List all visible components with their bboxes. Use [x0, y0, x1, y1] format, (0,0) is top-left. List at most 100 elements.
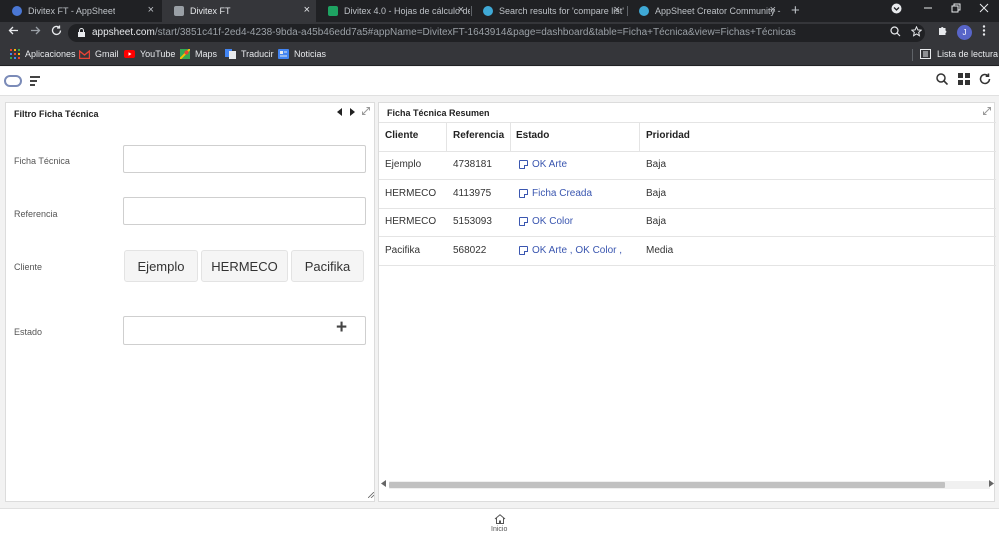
expand-icon[interactable]: [362, 107, 370, 117]
column-header-prioridad[interactable]: Prioridad: [646, 130, 690, 141]
search-icon[interactable]: [890, 26, 901, 40]
scroll-right-icon[interactable]: [989, 480, 994, 489]
extensions-icon[interactable]: [937, 25, 948, 39]
dashboard-grid-icon[interactable]: [958, 73, 970, 88]
cell-cliente: Pacifika: [385, 245, 421, 256]
bookmark-label: Gmail: [95, 49, 119, 59]
scrollbar-thumb[interactable]: [389, 482, 945, 488]
cell-cliente: HERMECO: [385, 216, 437, 227]
browser-toolbar: appsheet.com/start/3851c41f-2ed4-4238-9b…: [0, 22, 999, 44]
row-divider: [379, 179, 996, 180]
reading-list-label: Lista de lectura: [937, 49, 999, 59]
cell-referencia: 4738181: [453, 159, 492, 170]
translate-icon: [225, 49, 236, 59]
cliente-label: Cliente: [14, 262, 43, 272]
cell-prioridad: Baja: [646, 188, 667, 199]
bookmark-traducir[interactable]: Traducir: [225, 49, 274, 59]
close-tab-icon[interactable]: ×: [304, 4, 310, 16]
note-icon: [519, 160, 528, 169]
bookmark-star-icon[interactable]: [910, 25, 923, 40]
tab-search-icon[interactable]: [891, 3, 902, 17]
estado-label: Estado: [14, 327, 43, 337]
browser-menu-icon[interactable]: [982, 25, 986, 39]
address-bar[interactable]: appsheet.com/start/3851c41f-2ed4-4238-9b…: [68, 24, 925, 42]
lock-icon: [78, 28, 85, 37]
tab-divitex-ft[interactable]: Divitex FT ×: [162, 0, 316, 22]
filter-panel: Filtro Ficha Técnica Ficha Técnica Refer…: [5, 102, 375, 502]
youtube-icon: [124, 50, 135, 58]
close-tab-icon[interactable]: ×: [458, 4, 464, 16]
row-divider: [379, 265, 996, 266]
reading-list-button[interactable]: Lista de lectura: [920, 49, 998, 59]
profile-avatar[interactable]: J: [957, 25, 972, 40]
scroll-left-icon[interactable]: [381, 480, 386, 489]
bookmark-label: YouTube: [140, 49, 176, 59]
tab-search-results[interactable]: Search results for 'compare list' ×: [471, 0, 626, 22]
community-favicon-icon: [639, 6, 649, 16]
referencia-input[interactable]: [123, 197, 366, 225]
row-divider: [379, 236, 996, 237]
minimize-icon[interactable]: [923, 3, 933, 16]
cell-estado[interactable]: OK Arte: [519, 159, 567, 170]
appsheet-app-favicon-icon: [174, 6, 184, 16]
bookmark-label: Noticias: [294, 49, 327, 59]
column-header-referencia[interactable]: Referencia: [453, 130, 504, 141]
add-estado-icon[interactable]: +: [336, 317, 347, 339]
tab-divitex-ft-appsheet[interactable]: Divitex FT - AppSheet ×: [0, 0, 160, 22]
bookmark-aplicaciones[interactable]: Aplicaciones: [10, 49, 76, 59]
column-header-estado[interactable]: Estado: [516, 130, 549, 141]
bottom-navigation: Inicio: [0, 508, 999, 538]
bookmark-label: Maps: [195, 49, 218, 59]
estado-text: OK Arte: [532, 159, 568, 170]
expand-icon[interactable]: [983, 107, 991, 117]
cliente-option-pacifika[interactable]: Pacifika: [291, 250, 364, 282]
tab-creator-community[interactable]: AppSheet Creator Community - ×: [627, 0, 782, 22]
bookmark-label: Aplicaciones: [25, 49, 76, 59]
close-tab-icon[interactable]: ×: [614, 4, 620, 16]
maps-icon: [180, 49, 190, 59]
cliente-option-hermeco[interactable]: HERMECO: [201, 250, 288, 282]
estado-selector[interactable]: [123, 316, 366, 345]
tab-title: Divitex FT - AppSheet: [28, 6, 116, 16]
bookmark-gmail[interactable]: Gmail: [79, 49, 119, 59]
column-header-cliente[interactable]: Cliente: [385, 130, 418, 141]
bookmark-noticias[interactable]: Noticias: [278, 49, 326, 59]
column-divider: [639, 122, 640, 151]
close-window-icon[interactable]: [979, 3, 989, 16]
table-top-border: [379, 122, 996, 123]
close-tab-icon[interactable]: ×: [770, 4, 776, 16]
previous-arrow-icon[interactable]: [337, 108, 342, 118]
forward-icon[interactable]: [30, 25, 41, 39]
close-tab-icon[interactable]: ×: [148, 4, 154, 16]
next-arrow-icon[interactable]: [350, 108, 355, 118]
tab-title: Divitex FT: [190, 6, 231, 16]
hamburger-menu-icon[interactable]: [30, 76, 40, 88]
resize-handle-icon[interactable]: [367, 491, 375, 500]
bookmark-youtube[interactable]: YouTube: [124, 49, 175, 59]
cell-estado[interactable]: OK Color: [519, 216, 573, 227]
note-icon: [519, 246, 528, 255]
sync-icon[interactable]: [979, 73, 991, 88]
back-icon[interactable]: [8, 25, 19, 39]
app-logo-icon[interactable]: [4, 75, 22, 87]
new-tab-button[interactable]: +: [791, 2, 800, 19]
cliente-option-ejemplo[interactable]: Ejemplo: [124, 250, 198, 282]
summary-panel: Ficha Técnica Resumen Cliente Referencia…: [378, 102, 996, 502]
horizontal-scrollbar[interactable]: [389, 481, 990, 489]
restore-icon[interactable]: [951, 3, 961, 16]
app-header: [0, 67, 999, 96]
cell-referencia: 5153093: [453, 216, 492, 227]
tab-title: Search results for 'compare list': [499, 6, 624, 16]
column-divider: [510, 122, 511, 151]
cell-estado[interactable]: OK Arte , OK Color ,: [519, 245, 622, 256]
apps-grid-icon: [10, 49, 20, 59]
search-icon[interactable]: [936, 73, 949, 88]
bookmark-maps[interactable]: Maps: [180, 49, 217, 59]
ficha-tecnica-input[interactable]: [123, 145, 366, 173]
reading-list-icon: [920, 49, 931, 59]
note-icon: [519, 217, 528, 226]
tab-divitex-hojas[interactable]: Divitex 4.0 - Hojas de cálculo de ×: [316, 0, 470, 22]
reload-icon[interactable]: [51, 25, 62, 39]
news-icon: [278, 49, 289, 59]
cell-estado[interactable]: Ficha Creada: [519, 188, 592, 199]
